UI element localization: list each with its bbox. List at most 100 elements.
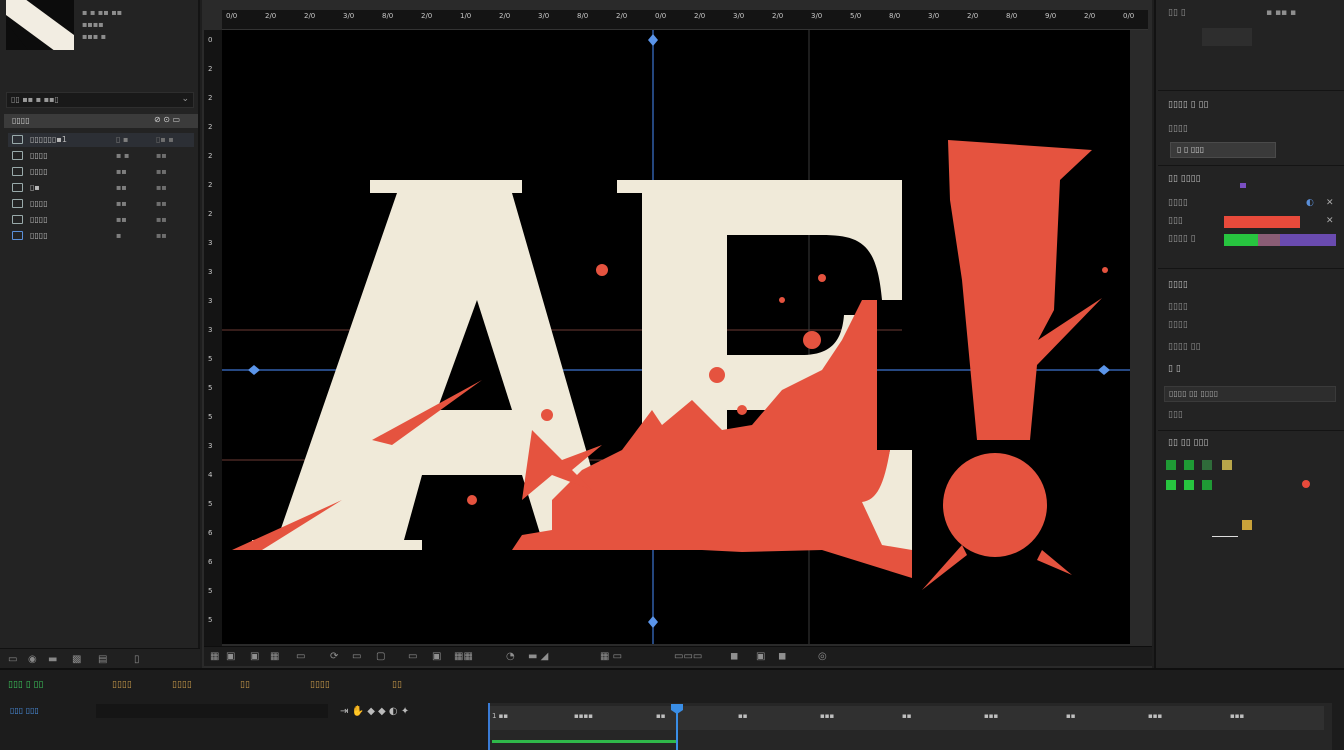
timecode[interactable]: ▯▯▯ ▯▯▯ [10,706,39,715]
red-swatch[interactable] [1224,216,1300,228]
ruler-left-label: 5 [208,413,213,421]
project-item[interactable]: ▯▯▯▯ ▪▪ ▪▪ [8,165,194,179]
timeline-tab[interactable]: ▯▯ [240,680,250,690]
channel-icon[interactable]: ▭ [352,651,361,662]
ruler-top-label: 2/0 [304,12,316,20]
ruler-top-label: 2/0 [265,12,277,20]
project-item[interactable]: ▯▯▯▯ ▪ ▪▪ [8,229,194,243]
ruler-top-label: 2/0 [694,12,706,20]
view-icon[interactable]: ▦ ▭ [600,651,622,662]
render-icon[interactable]: ▣ [432,651,441,662]
timeline-tab[interactable]: ▯▯▯▯ [310,680,330,690]
fast-preview-icon[interactable]: ▦▦ [454,651,473,662]
project-meta-line: ▪▪▪▪ [82,20,104,29]
effect-icon[interactable] [1184,480,1194,490]
purple-swatch[interactable] [1280,234,1336,246]
ruler-top-label: 3/0 [343,12,355,20]
project-list-header[interactable]: ▯▯▯▯ ⊘ ⊙ ▭ [4,114,198,128]
ruler-top-label: 2/0 [421,12,433,20]
ruler-left[interactable]: 0 2 2 2 2 2 2 3 3 3 3 5 5 5 3 4 5 6 6 5 5 [204,30,222,646]
effect-icon[interactable] [1202,460,1212,470]
layout-icon[interactable]: ▭▭▭ [674,651,702,662]
project-item[interactable]: ▯▯▯▯ ▪▪ ▪▪ [8,213,194,227]
project-search-placeholder: ▯▯ ▪▪ ▪ ▪▪▯ [11,95,59,104]
ruler-left-label: 0 [208,36,213,44]
workspace-dropdown[interactable]: ▯ ▯ ▯▯▯ [1170,142,1276,158]
composition-canvas[interactable] [222,30,1130,644]
effect-icon[interactable] [1202,480,1212,490]
info-swatch [1202,28,1252,46]
work-area-bar[interactable] [492,740,676,743]
exclamation-mark [922,140,1108,590]
ruler-top-label: 2/0 [1084,12,1096,20]
timeline-tab[interactable]: ▯▯▯▯ [112,680,132,690]
3d-view-icon[interactable]: ▭ [408,651,417,662]
timeline-tools-icon[interactable]: ⇥ ✋ ◆ ◆ ◐ ✦ [340,706,409,717]
time-ruler-label: ▪▪▪ [820,712,835,720]
preview-icon[interactable]: ◼ [778,651,786,662]
ruler-top-label: 3/0 [733,12,745,20]
footage-icon [12,151,23,160]
ruler-top[interactable]: 0/0 2/0 2/0 3/0 8/0 2/0 1/0 2/0 3/0 8/0 2/0 0/0 2/0 3… [222,10,1148,30]
project-search-input[interactable]: ▯▯ ▪▪ ▪ ▪▪▯ ⌄ [6,92,194,108]
project-item[interactable]: ▯▯▯▯▯▯▪1 ▯ ▪ ▯▪ ▪ [8,133,194,147]
chevron-down-icon[interactable]: ⌄ [181,94,189,104]
effect-icon[interactable] [1184,460,1194,470]
resolution-icon[interactable]: ▬ ◢ [528,651,548,662]
property-field[interactable]: ▯▯▯▯ ▯▯ ▯▯▯▯ [1164,386,1336,402]
project-meta-line: ▪ ▪ ▪▪ ▪▪ [82,8,123,17]
effect-icon[interactable] [1242,520,1252,530]
project-item[interactable]: ▯▯▯▯ ▪▪ ▪▪ [8,197,194,211]
ruler-left-label: 6 [208,558,213,566]
region-icon[interactable]: ▭ [296,651,305,662]
ruler-top-label: 8/0 [577,12,589,20]
color-depth-icon[interactable]: ▤ [98,654,107,665]
project-footer: ▭ ◉ ▬ ▩ ▤ ▯ [0,648,200,668]
close-icon[interactable]: ✕ [1326,198,1334,208]
ruler-top-label: 0/0 [226,12,238,20]
green-swatch[interactable] [1224,234,1258,246]
reset-exposure-icon[interactable]: ◎ [818,651,827,662]
toggle-icon[interactable]: ◐ [1306,198,1314,208]
project-item[interactable]: ▯▪ ▪▪ ▪▪ [8,181,194,195]
new-composition-icon[interactable]: ▬ [48,654,57,665]
color-icon[interactable]: ▣ [250,651,259,662]
swatch-label: ▯▯▯▯ [1168,198,1188,208]
tag-icon[interactable]: ⊘ ⊙ ▭ [154,115,180,124]
new-folder-icon[interactable]: ◉ [28,654,37,665]
artwork-svg [222,30,1130,644]
timeline-tab[interactable]: ▯▯ [392,680,402,690]
timeline-search-input[interactable] [96,704,328,718]
folder-icon [12,215,23,224]
camera-icon[interactable]: ▢ [376,651,385,662]
mask-icon[interactable]: ▦ [270,651,279,662]
trash-icon[interactable]: ▯ [134,654,140,665]
record-icon[interactable] [1302,480,1310,488]
timeline-tab[interactable]: ▯▯▯ ▯ ▯▯ [8,680,43,690]
time-ruler-label: ▪▪▪ [984,712,999,720]
footage-icon [12,167,23,176]
close-icon[interactable]: ✕ [1326,216,1334,226]
timeline-tab[interactable]: ▯▯▯▯ [172,680,192,690]
ruler-left-label: 2 [208,65,213,73]
effect-icon[interactable] [1222,460,1232,470]
grid-icon[interactable]: ▦ [210,651,219,662]
flag-icon[interactable]: ◼ [730,651,738,662]
ruler-left-label: 3 [208,442,213,450]
mauve-swatch[interactable] [1258,234,1280,246]
property-line: ▯▯▯▯ [1168,320,1188,330]
settings-icon[interactable]: ▩ [72,654,81,665]
effect-icon[interactable] [1166,460,1176,470]
project-item[interactable]: ▯▯▯▯ ▪ ▪ ▪▪ [8,149,194,163]
snapshot-icon[interactable]: ▣ [226,651,235,662]
rotate-icon[interactable]: ⟳ [330,651,338,662]
effect-icon[interactable] [1166,480,1176,490]
composition-thumbnail [6,0,74,50]
composition-icon [12,135,23,144]
timecode-icon[interactable]: ◔ [506,651,515,662]
lock-icon[interactable]: ▣ [756,651,765,662]
interpret-footage-icon[interactable]: ▭ [8,654,17,665]
audio-icon [12,231,23,240]
ruler-left-label: 2 [208,152,213,160]
time-ruler[interactable]: 1 ▪▪ ▪▪▪▪ ▪▪ ▪▪ ▪▪▪ ▪▪ ▪▪▪ ▪▪ ▪▪▪ ▪▪▪ [490,706,1324,730]
